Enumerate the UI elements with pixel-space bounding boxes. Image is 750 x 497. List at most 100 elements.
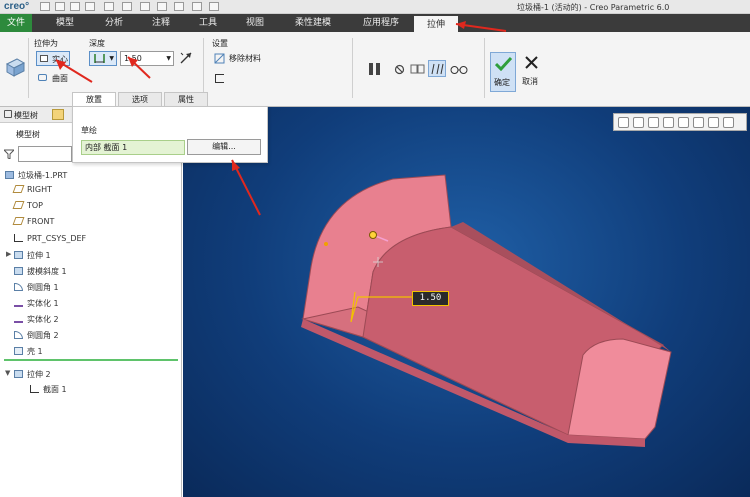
settings-label: 设置	[212, 39, 228, 48]
cancel-button[interactable]: 取消	[519, 52, 545, 92]
print-icon[interactable]	[85, 2, 95, 11]
cancel-label: 取消	[522, 77, 538, 86]
model-tree-header: 模型树	[16, 130, 40, 139]
extrude-as-label: 拉伸为	[34, 39, 58, 48]
tree-item-shell-1[interactable]: 壳 1	[14, 346, 43, 357]
windows-icon[interactable]	[157, 2, 167, 11]
expand-arrow-icon[interactable]: ▶	[6, 250, 11, 258]
depth-dropdown-icon[interactable]: ▼	[166, 55, 171, 62]
surface-button[interactable]: 曲面	[38, 72, 82, 85]
ribbon-separator	[28, 38, 29, 98]
verify-mode-button[interactable]	[428, 60, 446, 77]
solid-icon	[40, 55, 48, 62]
draft-icon	[14, 267, 23, 275]
ribbon-separator	[352, 38, 353, 98]
checkmark-icon	[495, 56, 512, 71]
new-file-icon[interactable]	[40, 2, 50, 11]
model-tree-tab-icon[interactable]	[4, 110, 12, 118]
graphics-viewport[interactable]: 1.50	[183, 107, 750, 497]
title-bar: creo° 垃圾桶-1 (活动的) - Creo Parametric 6.0	[0, 0, 750, 14]
tab-applications[interactable]: 应用程序	[350, 14, 412, 32]
tree-item-round-2[interactable]: 倒圆角 2	[14, 330, 59, 341]
close-icon	[525, 56, 538, 69]
ok-label: 确定	[494, 78, 510, 87]
round-icon	[14, 331, 23, 339]
round-icon	[14, 283, 23, 291]
pause-icon[interactable]	[367, 62, 383, 76]
tab-properties[interactable]: 属性	[164, 92, 208, 107]
sketch-label: 草绘	[81, 126, 97, 135]
tree-search-input[interactable]	[18, 146, 72, 162]
customize-toolbar-icon[interactable]	[209, 2, 219, 11]
solidify-icon	[14, 315, 23, 323]
insert-here-line	[4, 359, 178, 361]
ribbon-separator	[484, 38, 485, 98]
solid-label: 实心	[52, 55, 68, 64]
blind-depth-icon	[94, 54, 105, 63]
tab-options[interactable]: 选项	[118, 92, 162, 107]
open-file-icon[interactable]	[55, 2, 65, 11]
tab-file[interactable]: 文件	[0, 14, 32, 32]
ok-button[interactable]: 确定	[490, 52, 516, 92]
datum-plane-icon	[12, 217, 25, 225]
extrude-feature-icon	[5, 58, 26, 77]
creo-logo: creo°	[4, 1, 30, 12]
collapse-arrow-icon[interactable]: ▼	[5, 369, 10, 377]
preview-geometry-icon[interactable]	[410, 62, 426, 76]
depth-type-dropdown[interactable]: ▼	[89, 51, 117, 66]
thicken-sketch-icon[interactable]	[215, 74, 224, 83]
solid-button[interactable]: 实心	[36, 51, 70, 66]
sketch-collector[interactable]: 内部 截面 1	[81, 140, 185, 155]
tab-model[interactable]: 模型	[45, 14, 85, 32]
glasses-icon[interactable]	[450, 65, 468, 75]
datum-plane-icon	[12, 201, 25, 209]
settings-icon[interactable]	[192, 2, 202, 11]
tree-item-csys[interactable]: PRT_CSYS_DEF	[14, 234, 86, 243]
edit-sketch-button[interactable]: 编辑...	[187, 139, 261, 155]
undo-icon[interactable]	[104, 2, 114, 11]
tree-item-solidify-2[interactable]: 实体化 2	[14, 314, 59, 325]
tree-item-top[interactable]: TOP	[12, 201, 43, 210]
tree-item-right[interactable]: RIGHT	[12, 185, 52, 194]
tree-item-section-1[interactable]: 截面 1	[30, 384, 67, 395]
tab-view[interactable]: 视图	[235, 14, 275, 32]
folder-browser-icon[interactable]	[52, 109, 64, 120]
tab-placement[interactable]: 放置	[72, 92, 116, 107]
tab-annotate[interactable]: 注释	[141, 14, 181, 32]
flip-direction-icon[interactable]	[180, 52, 192, 64]
depth-label: 深度	[89, 39, 105, 48]
remove-material-label: 移除材料	[229, 54, 261, 63]
depth-dimension-label[interactable]: 1.50	[412, 291, 449, 306]
redo-icon[interactable]	[122, 2, 132, 11]
sketch-icon	[30, 385, 39, 393]
tree-item-solidify-1[interactable]: 实体化 1	[14, 298, 59, 309]
close-window-icon[interactable]	[174, 2, 184, 11]
tree-item-draft-1[interactable]: 拔模斜度 1	[14, 266, 67, 277]
remove-material-button[interactable]: 移除材料	[214, 52, 274, 65]
surface-icon	[38, 74, 47, 81]
model-tree-pane: 模型树 模型树 垃圾桶-1.PRT RIGHT TOP FRONT PRT_CS…	[0, 107, 182, 497]
extrude-icon	[14, 370, 23, 378]
tab-tools[interactable]: 工具	[188, 14, 228, 32]
tab-model-tree[interactable]: 模型树	[14, 110, 38, 121]
tab-extrude[interactable]: 拉伸	[414, 14, 458, 32]
save-icon[interactable]	[70, 2, 80, 11]
regenerate-icon[interactable]	[140, 2, 150, 11]
tree-item-part[interactable]: 垃圾桶-1.PRT	[5, 170, 67, 181]
surface-label: 曲面	[52, 74, 68, 83]
extrude-icon	[14, 251, 23, 259]
solidify-icon	[14, 299, 23, 307]
chevron-down-icon: ▼	[109, 55, 114, 62]
tree-item-extrude-2[interactable]: 拉伸 2	[14, 369, 51, 380]
placement-panel: 草绘 内部 截面 1 编辑...	[72, 106, 268, 163]
tree-item-round-1[interactable]: 倒圆角 1	[14, 282, 59, 293]
no-preview-icon[interactable]	[394, 64, 405, 75]
shell-icon	[14, 347, 23, 355]
tab-flexible-modeling[interactable]: 柔性建模	[284, 14, 342, 32]
tab-analysis[interactable]: 分析	[94, 14, 134, 32]
tree-item-extrude-1[interactable]: 拉伸 1	[14, 250, 51, 261]
trash-can-model[interactable]	[183, 107, 750, 497]
filter-icon[interactable]	[4, 149, 14, 159]
depth-input[interactable]: 1.50 ▼	[120, 51, 174, 66]
tree-item-front[interactable]: FRONT	[12, 217, 54, 226]
